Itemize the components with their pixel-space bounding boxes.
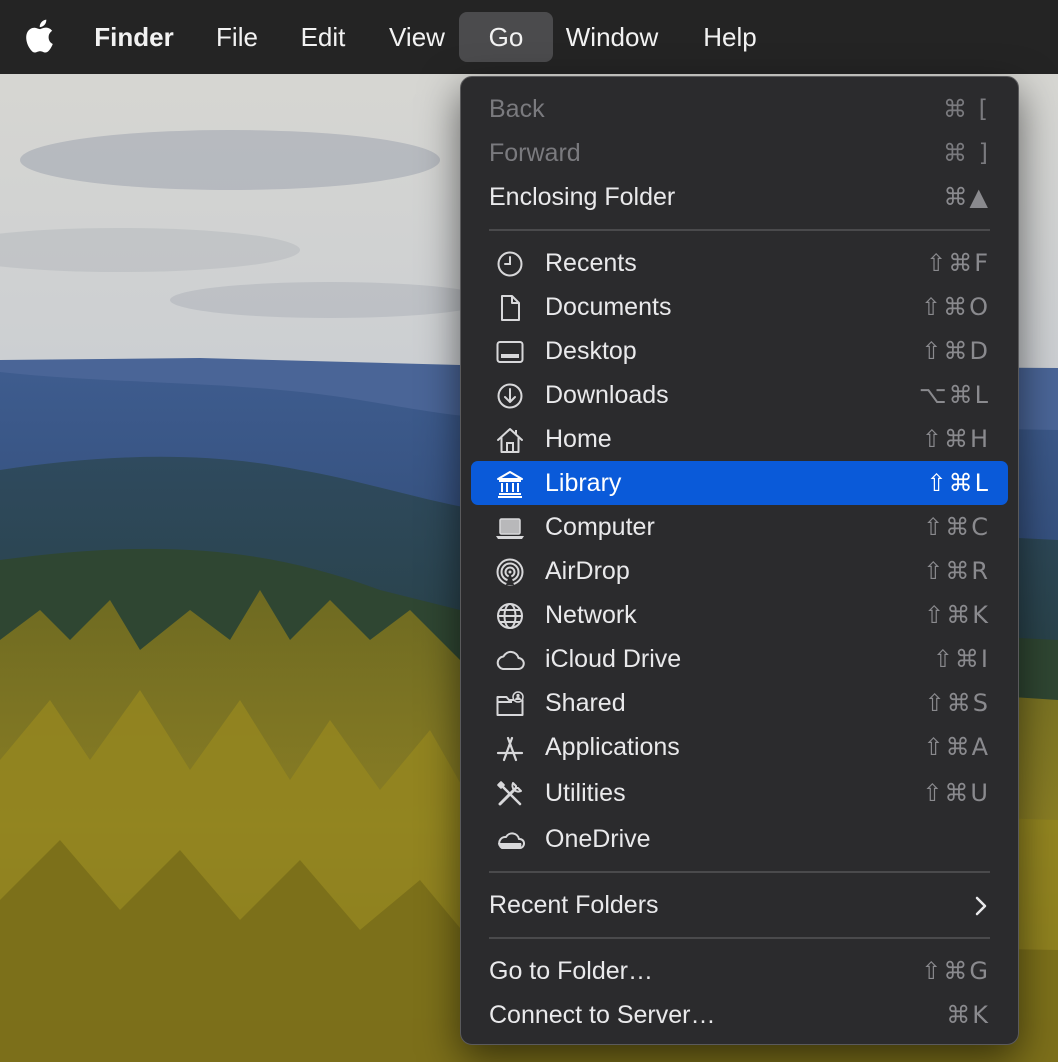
menu-item-network[interactable]: Network ⇧⌘K — [471, 593, 1008, 637]
menu-item-connect-to-server[interactable]: Connect to Server… ⌘K — [471, 993, 1008, 1037]
shortcut-label: ⇧⌘I — [932, 645, 990, 673]
cloud-icon — [495, 645, 525, 675]
menu-item-downloads[interactable]: Downloads ⌥⌘L — [471, 373, 1008, 417]
menu-item-label: Network — [545, 601, 637, 629]
menu-separator — [489, 871, 990, 873]
menu-item-label: AirDrop — [545, 557, 630, 585]
menu-item-back[interactable]: Back ⌘ [ — [471, 87, 1008, 131]
menu-item-library[interactable]: Library ⇧⌘L — [471, 461, 1008, 505]
utilities-icon — [495, 779, 525, 809]
menu-item-label: Computer — [545, 513, 655, 541]
menu-item-shared[interactable]: Shared ⇧⌘S — [471, 681, 1008, 725]
menu-item-label: Utilities — [545, 779, 626, 807]
shortcut-label: ⌥⌘L — [918, 381, 990, 409]
menu-item-applications[interactable]: Applications ⇧⌘A — [471, 725, 1008, 769]
menubar-finder[interactable]: Finder — [86, 12, 182, 62]
document-icon — [495, 293, 525, 323]
menubar-go[interactable]: Go — [459, 12, 553, 62]
menubar-edit[interactable]: Edit — [290, 12, 356, 62]
shortcut-label: ⇧⌘A — [923, 733, 990, 761]
menu-item-desktop[interactable]: Desktop ⇧⌘D — [471, 329, 1008, 373]
download-icon — [495, 381, 525, 411]
menubar-file[interactable]: File — [206, 12, 268, 62]
shortcut-label: ⇧⌘O — [921, 293, 990, 321]
laptop-icon — [495, 513, 525, 543]
menubar-window[interactable]: Window — [556, 12, 668, 62]
menu-item-computer[interactable]: Computer ⇧⌘C — [471, 505, 1008, 549]
menu-item-label: OneDrive — [545, 825, 651, 853]
shared-folder-icon — [495, 689, 525, 719]
menu-item-label: Desktop — [545, 337, 637, 365]
shortcut-label: ⌘ ] — [943, 139, 990, 167]
menu-item-icloud-drive[interactable]: iCloud Drive ⇧⌘I — [471, 637, 1008, 681]
menu-item-label: Home — [545, 425, 612, 453]
menu-item-label: Documents — [545, 293, 672, 321]
menu-item-label: Shared — [545, 689, 626, 717]
menu-item-documents[interactable]: Documents ⇧⌘O — [471, 285, 1008, 329]
shortcut-label: ⇧⌘L — [926, 469, 990, 497]
chevron-right-icon — [975, 896, 987, 916]
menubar-help[interactable]: Help — [690, 12, 770, 62]
clock-icon — [495, 249, 525, 279]
shortcut-label: ⇧⌘K — [924, 601, 990, 629]
shortcut-label: ⇧⌘D — [921, 337, 990, 365]
shortcut-label: ⇧⌘H — [921, 425, 990, 453]
menu-item-utilities[interactable]: Utilities ⇧⌘U — [471, 771, 1008, 815]
menubar-view[interactable]: View — [378, 12, 456, 62]
menu-item-label: Go to Folder… — [489, 957, 653, 985]
airdrop-icon — [495, 557, 525, 587]
menu-item-airdrop[interactable]: AirDrop ⇧⌘R — [471, 549, 1008, 593]
menu-item-label: Recent Folders — [489, 891, 659, 919]
menu-item-label: Back — [489, 95, 545, 123]
menu-item-home[interactable]: Home ⇧⌘H — [471, 417, 1008, 461]
apple-logo-icon[interactable] — [24, 18, 54, 54]
shortcut-label: ⇧⌘C — [923, 513, 990, 541]
shortcut-label: ⇧⌘G — [921, 957, 990, 985]
shortcut-label: ⌘ [ — [943, 95, 990, 123]
shortcut-label: ⇧⌘F — [926, 249, 990, 277]
shortcut-label: ⌘▲ — [943, 183, 990, 211]
menu-item-label: Enclosing Folder — [489, 183, 676, 211]
menu-separator — [489, 937, 990, 939]
applications-icon — [495, 733, 525, 763]
shortcut-label: ⌘K — [946, 1001, 990, 1029]
menu-item-onedrive[interactable]: OneDrive — [471, 817, 1008, 861]
shortcut-label: ⇧⌘S — [924, 689, 990, 717]
globe-icon — [495, 601, 525, 631]
menu-bar: Finder File Edit View Go Window Help — [0, 0, 1058, 74]
menu-item-label: Library — [545, 469, 622, 497]
menu-item-label: Applications — [545, 733, 680, 761]
desktop-icon — [495, 337, 525, 367]
menu-item-label: Recents — [545, 249, 637, 277]
home-icon — [495, 425, 525, 455]
menu-item-enclosing-folder[interactable]: Enclosing Folder ⌘▲ — [471, 175, 1008, 219]
menu-item-label: Forward — [489, 139, 581, 167]
menu-item-forward[interactable]: Forward ⌘ ] — [471, 131, 1008, 175]
shortcut-label: ⇧⌘R — [923, 557, 990, 585]
menu-item-recents[interactable]: Recents ⇧⌘F — [471, 241, 1008, 285]
shortcut-label: ⇧⌘U — [922, 779, 990, 807]
menu-separator — [489, 229, 990, 231]
menu-item-label: iCloud Drive — [545, 645, 682, 673]
go-menu: Back ⌘ [ Forward ⌘ ] Enclosing Folder ⌘▲… — [460, 76, 1019, 1045]
menu-item-label: Downloads — [545, 381, 669, 409]
menu-item-go-to-folder[interactable]: Go to Folder… ⇧⌘G — [471, 949, 1008, 993]
onedrive-cloud-icon — [495, 825, 525, 855]
library-icon — [495, 469, 525, 499]
menu-item-recent-folders[interactable]: Recent Folders — [471, 883, 1008, 927]
menu-item-label: Connect to Server… — [489, 1001, 716, 1029]
